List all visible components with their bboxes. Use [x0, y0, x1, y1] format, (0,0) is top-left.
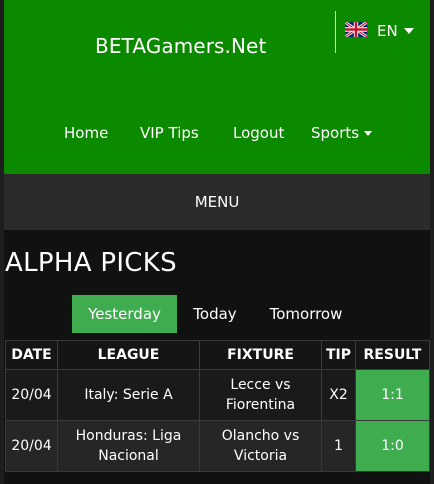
nav-home[interactable]: Home	[64, 124, 108, 142]
language-divider	[335, 11, 336, 53]
cell-tip: 1	[321, 420, 356, 472]
main-nav: Home VIP Tips Logout Sports	[4, 124, 430, 146]
tab-yesterday[interactable]: Yesterday	[72, 295, 177, 333]
cell-tip: X2	[321, 369, 356, 421]
nav-sports[interactable]: Sports	[311, 124, 373, 142]
language-selector[interactable]: EN	[344, 20, 414, 42]
table-row: 20/04 Honduras: Liga Nacional Olancho vs…	[5, 420, 430, 472]
tab-yesterday-label: Yesterday	[88, 305, 161, 323]
uk-flag-icon	[344, 20, 368, 41]
cell-fixture: Olancho vs Victoria	[199, 420, 322, 472]
chevron-down-icon	[364, 130, 373, 136]
column-header-tip: TIP	[321, 340, 356, 370]
site-header: BETAGamers.Net EN Home VIP Tips Logout S…	[4, 0, 430, 174]
nav-logout[interactable]: Logout	[233, 124, 284, 142]
menu-toggle[interactable]: MENU	[4, 174, 430, 230]
site-brand[interactable]: BETAGamers.Net	[95, 34, 266, 58]
cell-date: 20/04	[5, 369, 58, 421]
tab-today[interactable]: Today	[180, 295, 250, 333]
menu-label: MENU	[194, 193, 240, 211]
table-header-row: DATE LEAGUE FIXTURE TIP RESULT	[5, 340, 430, 370]
column-header-fixture: FIXTURE	[199, 340, 322, 370]
tab-tomorrow[interactable]: Tomorrow	[256, 295, 356, 333]
nav-sports-label: Sports	[311, 124, 360, 142]
nav-home-label: Home	[64, 124, 109, 142]
column-header-league: LEAGUE	[57, 340, 200, 370]
tab-today-label: Today	[193, 305, 237, 323]
day-tabs: Yesterday Today Tomorrow	[4, 295, 430, 333]
cell-result: 1:0	[355, 420, 430, 472]
column-header-date: DATE	[5, 340, 58, 370]
cell-result: 1:1	[355, 369, 430, 421]
language-code: EN	[377, 22, 398, 40]
nav-logout-label: Logout	[233, 124, 285, 142]
table-row: 20/04 Italy: Serie A Lecce vs Fiorentina…	[5, 369, 430, 421]
column-header-result: RESULT	[355, 340, 430, 370]
page-frame: BETAGamers.Net EN Home VIP Tips Logout S…	[4, 0, 430, 484]
cell-league: Italy: Serie A	[57, 369, 200, 421]
nav-vip-tips-label: VIP Tips	[140, 124, 199, 142]
cell-league: Honduras: Liga Nacional	[57, 420, 200, 472]
cell-fixture: Lecce vs Fiorentina	[199, 369, 322, 421]
nav-vip-tips[interactable]: VIP Tips	[140, 124, 199, 142]
cell-date: 20/04	[5, 420, 58, 472]
picks-table: DATE LEAGUE FIXTURE TIP RESULT 20/04 Ita…	[5, 340, 430, 472]
chevron-down-icon	[403, 28, 414, 34]
tab-tomorrow-label: Tomorrow	[269, 305, 343, 323]
page-title: ALPHA PICKS	[5, 248, 177, 278]
